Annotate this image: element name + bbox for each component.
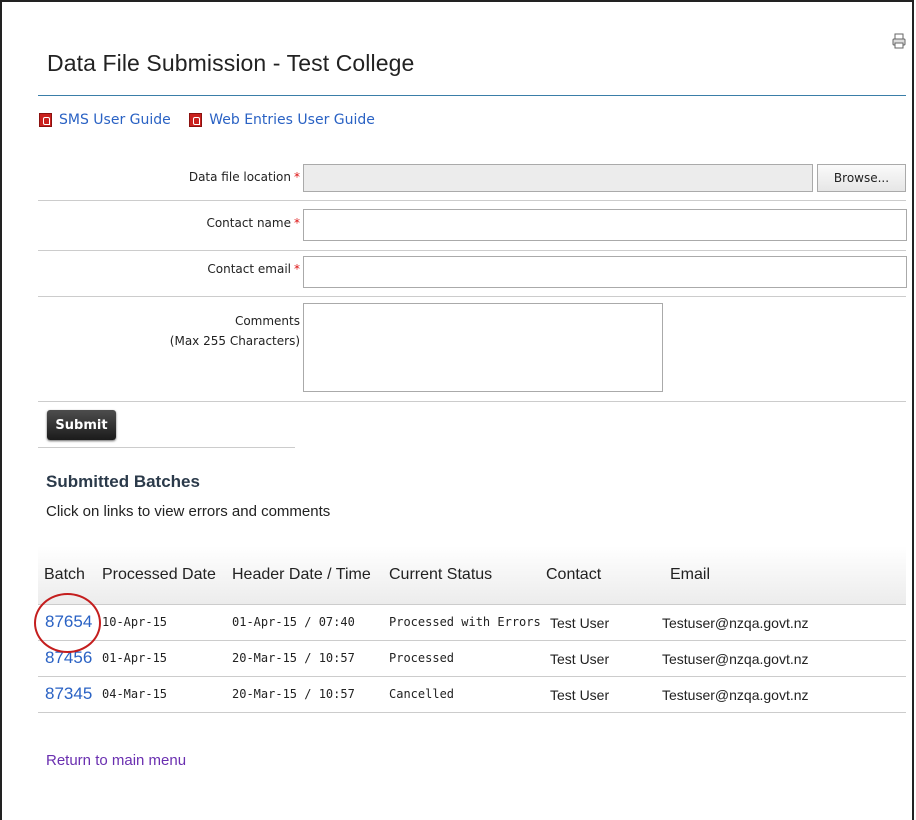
sms-user-guide-link[interactable]: SMS User Guide bbox=[39, 112, 171, 128]
batches-table-header: Batch Processed Date Header Date / Time … bbox=[38, 546, 906, 605]
header-date-cell: 01-Apr-15 / 07:40 bbox=[232, 615, 355, 629]
required-marker: * bbox=[294, 170, 300, 184]
print-icon[interactable] bbox=[892, 33, 906, 49]
contact-cell: Test User bbox=[550, 687, 610, 703]
contact-name-label: Contact name * bbox=[206, 216, 300, 230]
table-row: 87456 01-Apr-15 20-Mar-15 / 10:57 Proces… bbox=[38, 641, 906, 677]
status-cell: Processed with Errors bbox=[389, 615, 541, 629]
contact-email-row: Contact email * bbox=[38, 251, 907, 297]
data-file-label: Data file location * bbox=[188, 170, 300, 184]
contact-name-input[interactable] bbox=[303, 209, 907, 241]
comments-label: Comments (Max 255 Characters) bbox=[170, 311, 300, 351]
comments-textarea[interactable] bbox=[303, 303, 663, 392]
email-cell: Testuser@nzqa.govt.nz bbox=[662, 615, 809, 631]
col-contact: Contact bbox=[546, 566, 602, 583]
contact-email-label: Contact email * bbox=[207, 262, 300, 276]
processed-date-cell: 01-Apr-15 bbox=[102, 651, 168, 665]
contact-cell: Test User bbox=[550, 615, 610, 631]
web-entries-user-guide-label: Web Entries User Guide bbox=[209, 112, 375, 128]
data-file-input[interactable] bbox=[303, 164, 813, 192]
browse-button[interactable]: Browse... bbox=[817, 164, 906, 192]
header-date-cell: 20-Mar-15 / 10:57 bbox=[232, 687, 355, 701]
sms-user-guide-label: SMS User Guide bbox=[59, 112, 171, 128]
comments-row: Comments (Max 255 Characters) bbox=[38, 297, 906, 402]
col-batch: Batch bbox=[44, 566, 85, 583]
contact-cell: Test User bbox=[550, 651, 610, 667]
submit-button[interactable]: Submit bbox=[47, 410, 116, 440]
processed-date-cell: 10-Apr-15 bbox=[102, 615, 168, 629]
table-row: 87345 04-Mar-15 20-Mar-15 / 10:57 Cancel… bbox=[38, 677, 906, 713]
comments-hint: (Max 255 Characters) bbox=[169, 334, 300, 348]
page-title: Data File Submission - Test College bbox=[47, 50, 415, 76]
processed-date-cell: 04-Mar-15 bbox=[102, 687, 168, 701]
email-cell: Testuser@nzqa.govt.nz bbox=[662, 687, 809, 703]
guide-links: SMS User Guide Web Entries User Guide bbox=[39, 112, 389, 131]
required-marker: * bbox=[294, 262, 300, 276]
submitted-batches-heading: Submitted Batches bbox=[46, 472, 200, 491]
required-marker: * bbox=[294, 216, 300, 230]
pdf-icon bbox=[39, 113, 52, 127]
highlight-circle-annotation bbox=[34, 593, 101, 653]
title-divider bbox=[38, 95, 906, 96]
contact-email-input[interactable] bbox=[303, 256, 907, 288]
col-processed-date: Processed Date bbox=[102, 566, 216, 583]
table-row: 87654 10-Apr-15 01-Apr-15 / 07:40 Proces… bbox=[38, 605, 906, 641]
web-entries-user-guide-link[interactable]: Web Entries User Guide bbox=[189, 112, 375, 128]
email-cell: Testuser@nzqa.govt.nz bbox=[662, 651, 809, 667]
batch-link[interactable]: 87345 bbox=[45, 684, 92, 704]
submitted-batches-subtitle: Click on links to view errors and commen… bbox=[46, 503, 331, 520]
status-cell: Cancelled bbox=[389, 687, 455, 701]
status-cell: Processed bbox=[389, 651, 455, 665]
pdf-icon bbox=[189, 113, 203, 127]
col-current-status: Current Status bbox=[389, 566, 493, 583]
contact-name-row: Contact name * bbox=[38, 201, 907, 251]
col-email: Email bbox=[670, 566, 711, 583]
submit-divider bbox=[38, 447, 295, 448]
col-header-date-time: Header Date / Time bbox=[232, 566, 371, 583]
return-to-main-menu-link[interactable]: Return to main menu bbox=[46, 752, 186, 769]
data-file-row: Data file location * Browse... bbox=[38, 164, 906, 201]
header-date-cell: 20-Mar-15 / 10:57 bbox=[232, 651, 355, 665]
